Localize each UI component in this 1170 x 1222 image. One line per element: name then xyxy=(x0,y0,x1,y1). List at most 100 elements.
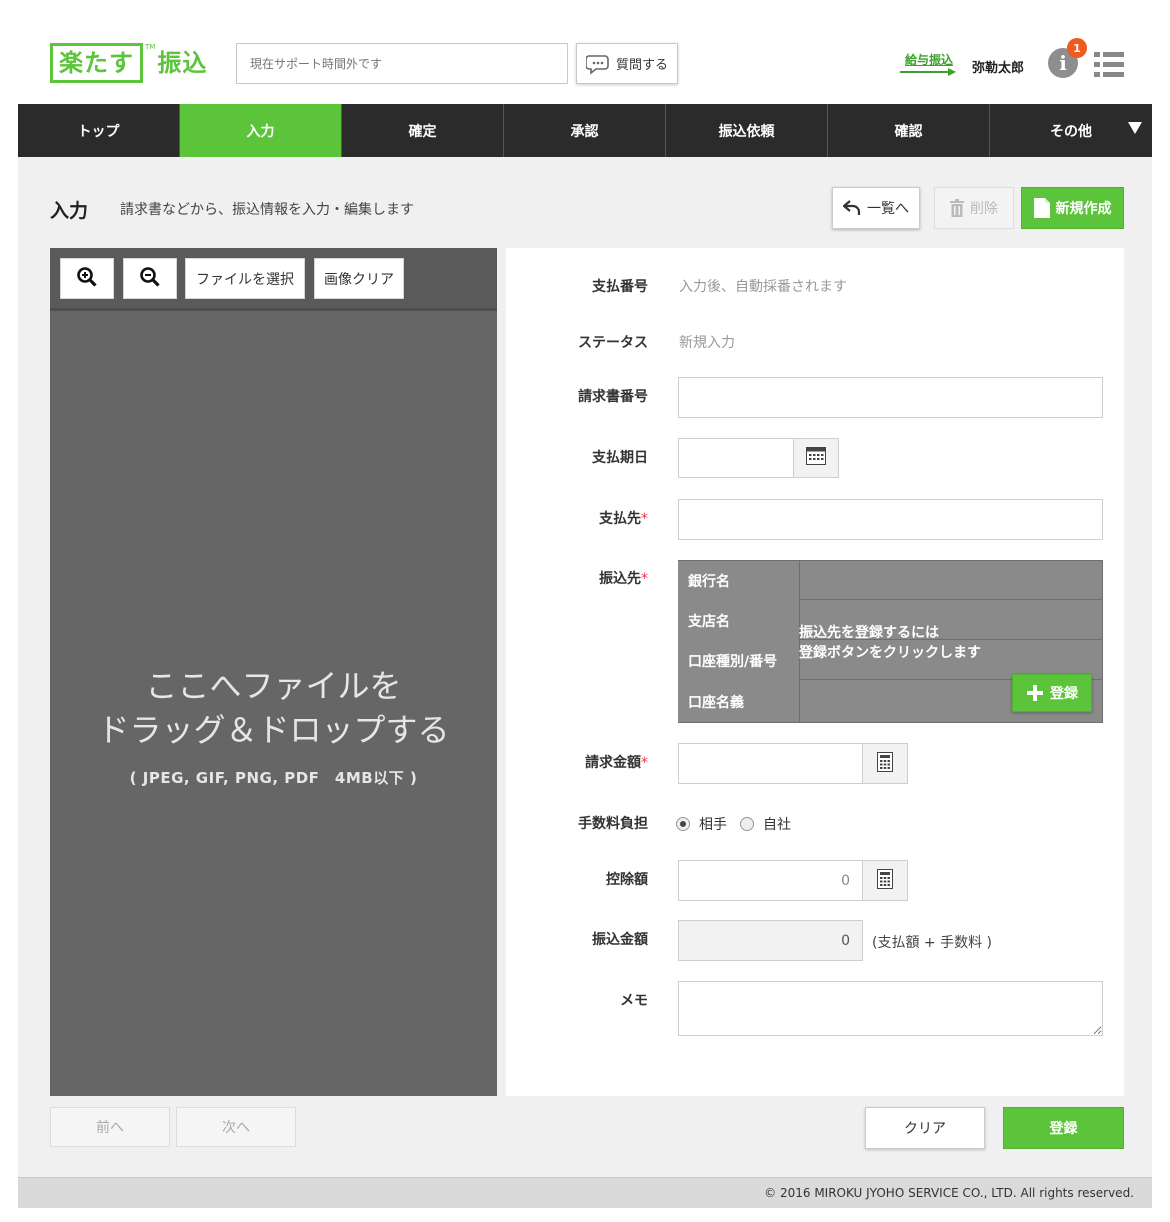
document-icon xyxy=(1033,198,1050,218)
transfer-amount-note: (支払額 + 手数料 ) xyxy=(872,935,993,951)
invoice-number-label: 請求書番号 xyxy=(578,389,648,405)
tab-confirm[interactable]: 確定 xyxy=(342,104,504,157)
required-mark: * xyxy=(641,755,648,771)
back-to-list-button[interactable]: 一覧へ xyxy=(832,187,920,229)
deduction-calculator-button[interactable] xyxy=(862,860,908,901)
tab-check[interactable]: 確認 xyxy=(828,104,990,157)
clear-button[interactable]: クリア xyxy=(865,1107,985,1149)
bank-register-hint: 振込先を登録するには 登録ボタンをクリックします xyxy=(799,623,981,663)
required-mark: * xyxy=(641,511,648,527)
calculator-icon xyxy=(877,751,893,776)
file-select-label: ファイルを選択 xyxy=(196,271,294,288)
tab-top[interactable]: トップ xyxy=(18,104,180,157)
tab-input[interactable]: 入力 xyxy=(180,104,342,157)
plus-icon xyxy=(1026,684,1044,702)
account-holder-label: 口座名義 xyxy=(678,681,800,722)
payee-label-text: 支払先 xyxy=(599,511,641,527)
tab-label: 振込依頼 xyxy=(718,123,775,140)
fee-radio-payee[interactable]: 相手 xyxy=(676,814,727,834)
prev-button[interactable]: 前へ xyxy=(50,1107,170,1147)
clear-label: クリア xyxy=(904,1121,946,1137)
back-arrow-icon xyxy=(843,200,861,216)
memo-label: メモ xyxy=(620,993,648,1009)
calendar-icon xyxy=(806,447,826,469)
drop-zone-message: ここへファイルを ドラッグ＆ドロップする xyxy=(50,664,497,752)
support-question-input[interactable] xyxy=(236,43,568,84)
tab-transfer-request[interactable]: 振込依頼 xyxy=(666,104,828,157)
due-date-label: 支払期日 xyxy=(592,450,648,466)
status-value: 新規入力 xyxy=(679,335,735,351)
fee-radio-self-label: 自社 xyxy=(763,817,791,833)
drop-zone-line2: ドラッグ＆ドロップする xyxy=(97,711,450,749)
transfer-amount-value: 0 xyxy=(678,920,863,961)
due-date-field[interactable] xyxy=(678,438,794,478)
payee-label: 支払先* xyxy=(599,508,648,528)
payee-field[interactable] xyxy=(678,499,1103,540)
next-label: 次へ xyxy=(222,1120,250,1136)
invoice-amount-field[interactable] xyxy=(678,743,863,784)
tab-approve[interactable]: 承認 xyxy=(504,104,666,157)
required-mark: * xyxy=(641,571,648,587)
invoice-number-field[interactable] xyxy=(678,377,1103,418)
register-bank-button[interactable]: 登録 xyxy=(1012,674,1092,712)
zoom-in-icon xyxy=(76,266,98,292)
next-button[interactable]: 次へ xyxy=(176,1107,296,1147)
zoom-out-button[interactable] xyxy=(123,258,177,299)
radio-indicator-checked xyxy=(676,817,690,831)
copyright-text: © 2016 MIROKU JYOHO SERVICE CO., LTD. Al… xyxy=(764,1186,1134,1200)
delete-label: 削除 xyxy=(970,201,998,217)
user-name[interactable]: 弥勒太郎 xyxy=(972,57,1024,76)
notification-badge: 1 xyxy=(1067,38,1087,58)
logo-trademark: TM xyxy=(145,43,156,51)
bank-register-hint-line1: 振込先を登録するには xyxy=(799,625,939,641)
due-date-calendar-button[interactable] xyxy=(793,438,839,478)
save-label: 登録 xyxy=(1049,1121,1078,1137)
chat-bubble-icon xyxy=(585,52,612,76)
back-to-list-label: 一覧へ xyxy=(867,201,909,217)
logo-sub-text: 振込 xyxy=(157,49,208,77)
memo-textarea[interactable] xyxy=(678,981,1103,1036)
register-bank-label: 登録 xyxy=(1050,686,1078,702)
tab-label: トップ xyxy=(77,123,120,140)
transfer-destination-label-text: 振込先 xyxy=(599,571,641,587)
tab-other[interactable]: その他 xyxy=(990,104,1152,157)
bank-name-label: 銀行名 xyxy=(678,561,800,601)
arrow-right-icon xyxy=(900,68,956,76)
ask-question-label: 質問する xyxy=(615,58,668,73)
payment-number-label: 支払番号 xyxy=(592,279,648,295)
deduction-label: 控除額 xyxy=(606,872,648,888)
transfer-destination-label: 振込先* xyxy=(599,568,648,588)
zoom-out-icon xyxy=(139,266,161,292)
salary-transfer-link[interactable]: 給与振込 xyxy=(900,51,958,76)
delete-button[interactable]: 削除 xyxy=(934,187,1014,229)
invoice-amount-label: 請求金額* xyxy=(585,752,648,772)
new-create-button[interactable]: 新規作成 xyxy=(1021,187,1124,229)
image-clear-button[interactable]: 画像クリア xyxy=(314,258,404,299)
account-type-number-label: 口座種別/番号 xyxy=(678,641,800,681)
status-label: ステータス xyxy=(578,335,648,351)
payment-number-value: 入力後、自動採番されます xyxy=(679,279,847,295)
bank-register-hint-line2: 登録ボタンをクリックします xyxy=(799,645,981,661)
deduction-field[interactable] xyxy=(678,860,863,901)
page-title: 入力 xyxy=(50,200,89,222)
tab-label: 入力 xyxy=(246,123,275,140)
main-nav: トップ 入力 確定 承認 振込依頼 確認 その他 xyxy=(18,104,1152,157)
save-button[interactable]: 登録 xyxy=(1003,1107,1124,1149)
image-clear-label: 画像クリア xyxy=(324,271,394,288)
drop-zone-note: ( JPEG, GIF, PNG, PDF 4MB以下 ) xyxy=(129,769,418,787)
app-logo[interactable]: 楽たす TM 振込 xyxy=(50,43,207,83)
tab-label: 承認 xyxy=(570,123,599,140)
list-menu-icon[interactable] xyxy=(1094,50,1124,80)
radio-indicator xyxy=(740,817,754,831)
file-select-button[interactable]: ファイルを選択 xyxy=(185,258,305,299)
page-description: 請求書などから、振込情報を入力・編集します xyxy=(120,202,414,218)
tab-label: 確認 xyxy=(894,123,923,140)
branch-name-label: 支店名 xyxy=(678,601,800,641)
fee-radio-self[interactable]: 自社 xyxy=(740,814,791,834)
trash-icon xyxy=(950,199,964,217)
fee-burden-label: 手数料負担 xyxy=(578,816,648,832)
caret-down-icon xyxy=(1128,122,1142,138)
invoice-amount-calculator-button[interactable] xyxy=(862,743,908,784)
ask-question-button[interactable]: 質問する xyxy=(576,43,678,84)
zoom-in-button[interactable] xyxy=(60,258,114,299)
